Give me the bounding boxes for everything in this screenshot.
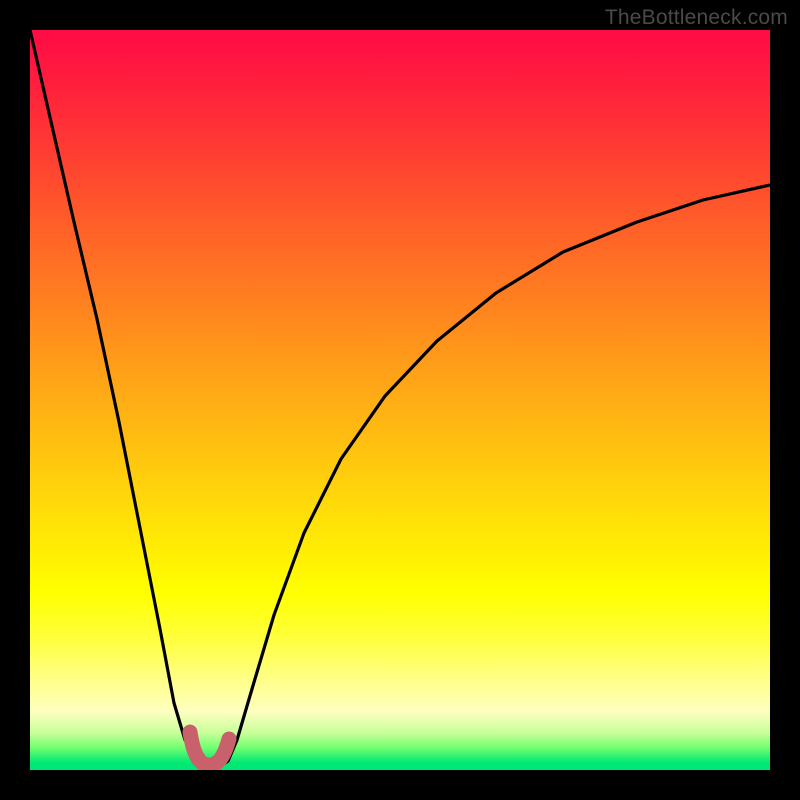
bottleneck-curve — [30, 30, 770, 770]
outer-frame: TheBottleneck.com — [0, 0, 800, 800]
minimum-marker — [190, 732, 229, 765]
attribution-text: TheBottleneck.com — [605, 6, 788, 30]
plot-area — [30, 30, 770, 770]
curve-path — [30, 30, 770, 768]
